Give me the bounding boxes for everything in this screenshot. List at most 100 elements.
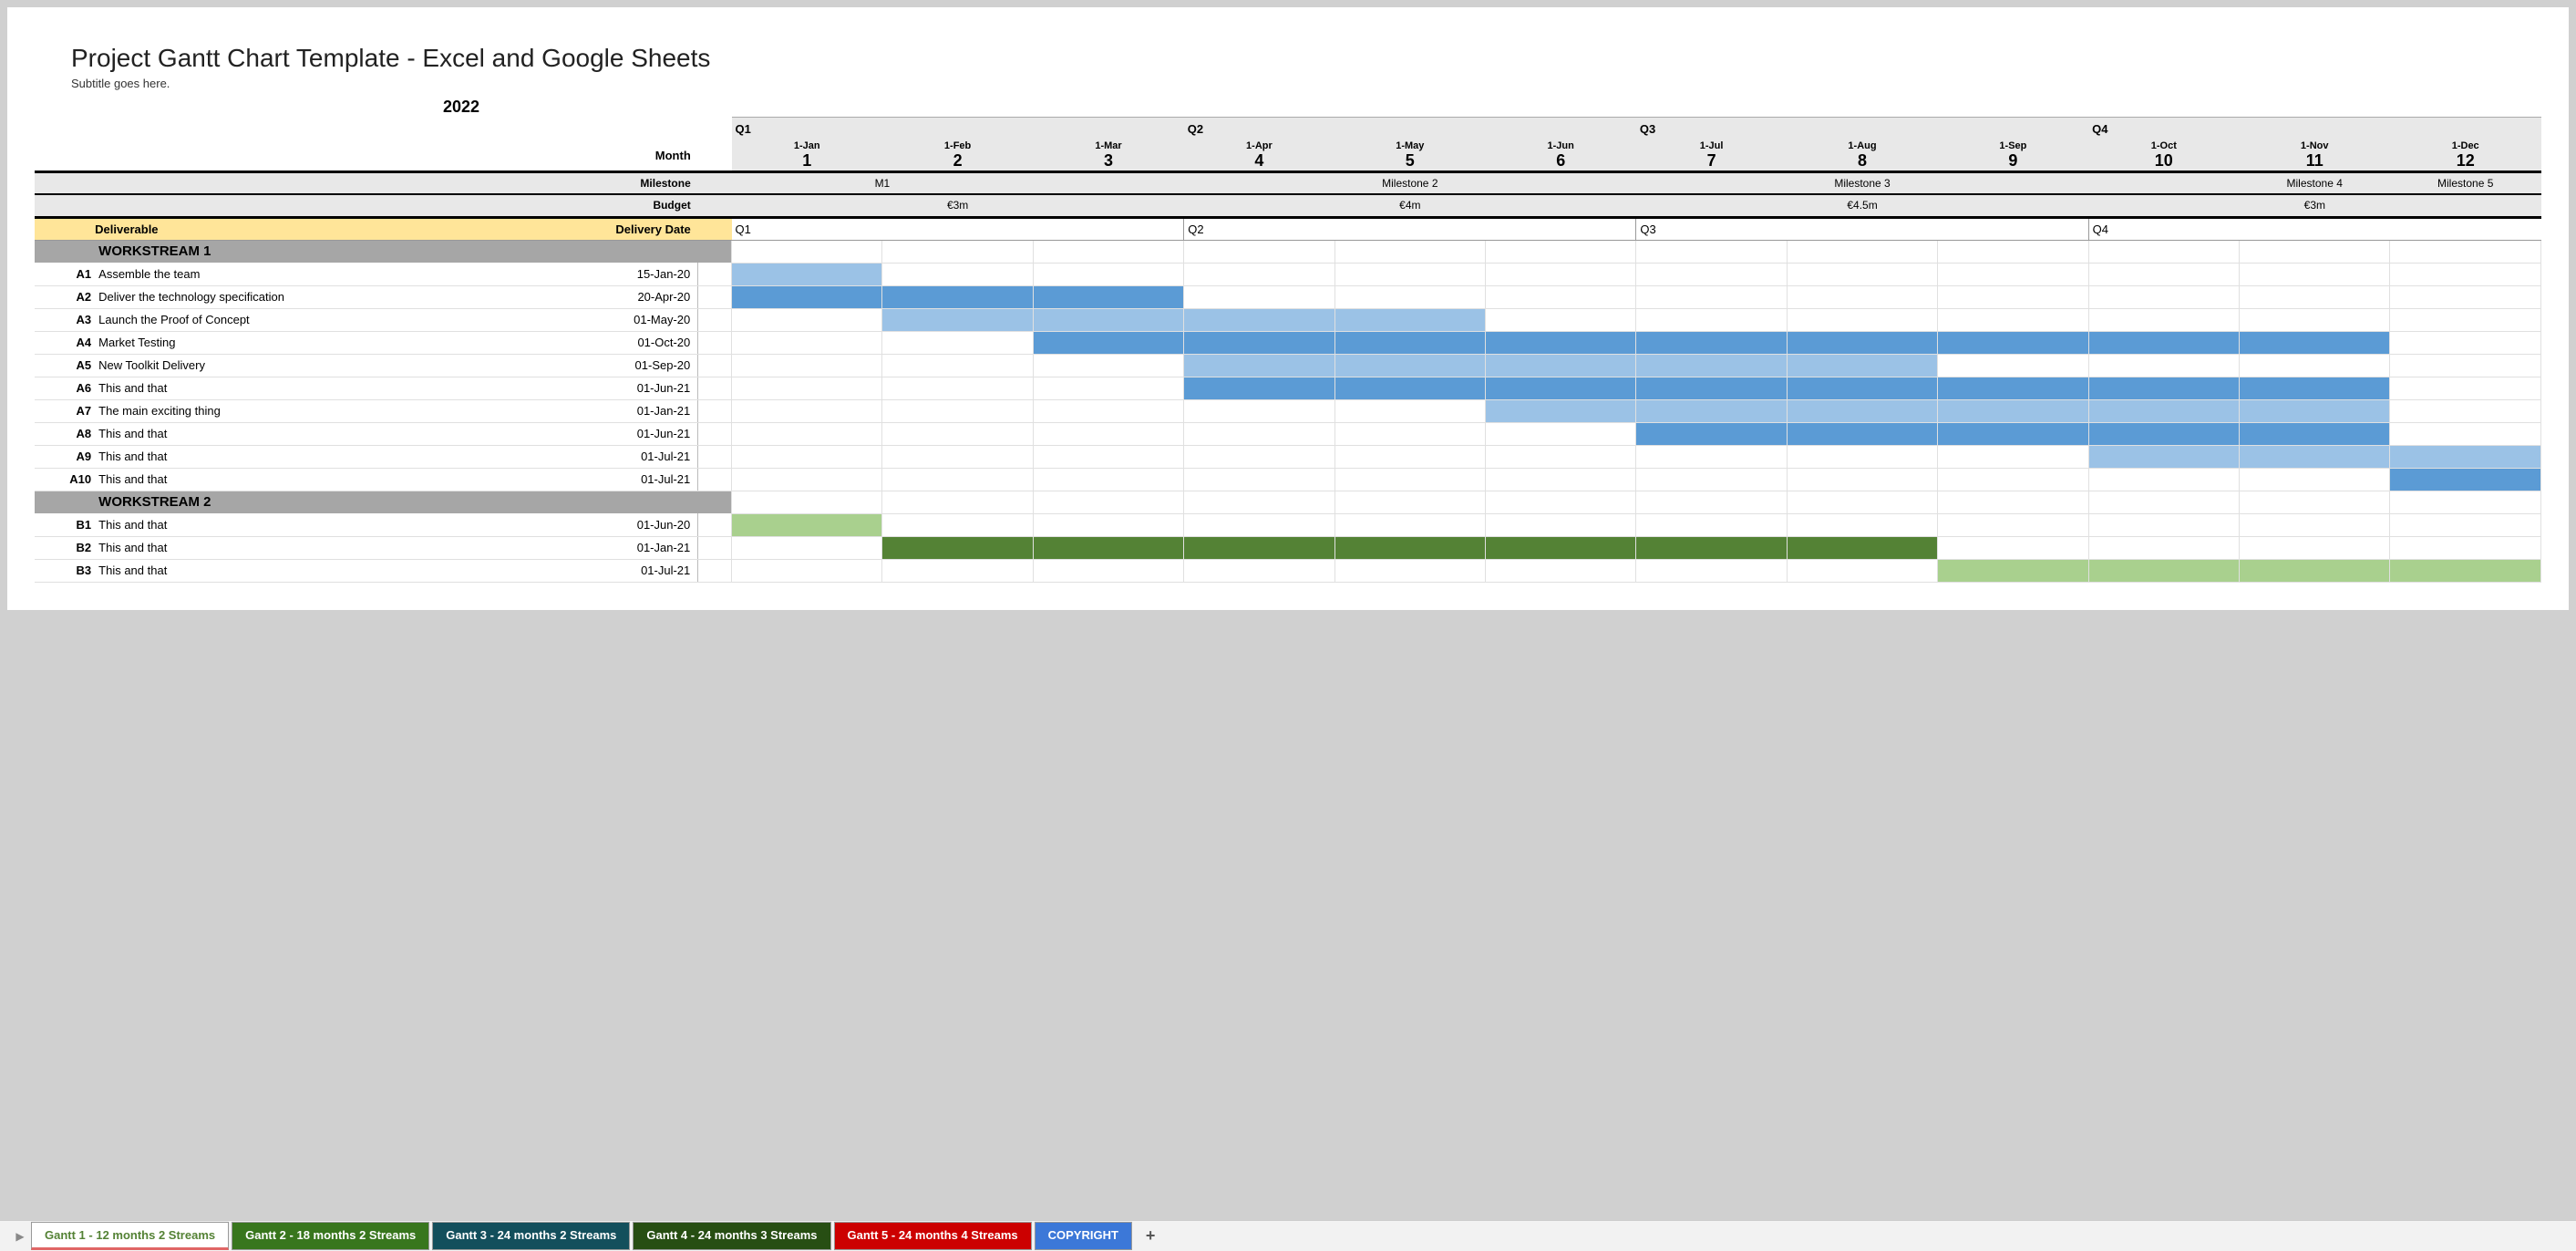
gantt-cell[interactable] [1787, 354, 1937, 377]
gantt-cell[interactable] [1486, 263, 1636, 285]
month-header[interactable]: 1-Apr4 [1184, 140, 1334, 172]
gantt-cell[interactable] [1334, 468, 1485, 491]
gantt-cell[interactable] [1033, 308, 1183, 331]
gantt-cell[interactable] [2240, 331, 2390, 354]
milestone-cell[interactable]: Milestone 2 [1184, 171, 1636, 194]
gantt-cell[interactable] [1636, 308, 1787, 331]
gantt-cell[interactable] [1334, 536, 1485, 559]
gantt-cell[interactable] [1636, 468, 1787, 491]
task-id[interactable]: B1 [35, 513, 95, 536]
gantt-cell[interactable] [1486, 285, 1636, 308]
task-name[interactable]: This and that [95, 377, 531, 399]
gantt-cell[interactable] [1938, 331, 2088, 354]
gantt-cell[interactable] [1184, 513, 1334, 536]
task-name[interactable]: New Toolkit Delivery [95, 354, 531, 377]
gantt-cell[interactable] [882, 422, 1033, 445]
task-date[interactable]: 01-Jul-21 [531, 559, 698, 582]
gantt-cell[interactable] [2088, 377, 2239, 399]
quarter-marker[interactable]: Q2 [1184, 217, 1334, 240]
gantt-cell[interactable] [1636, 513, 1787, 536]
task-date[interactable]: 01-Jan-21 [531, 399, 698, 422]
gantt-cell[interactable] [1334, 308, 1485, 331]
gantt-cell[interactable] [1334, 422, 1485, 445]
gantt-cell[interactable] [1636, 536, 1787, 559]
month-header[interactable]: 1-Feb2 [882, 140, 1033, 172]
month-header[interactable]: 1-Mar3 [1033, 140, 1183, 172]
gantt-cell[interactable] [732, 377, 882, 399]
gantt-cell[interactable] [2240, 445, 2390, 468]
milestone-cell[interactable] [1033, 171, 1183, 194]
sheet-tab[interactable]: COPYRIGHT [1035, 1222, 1132, 1250]
gantt-cell[interactable] [1334, 354, 1485, 377]
gantt-cell[interactable] [2240, 354, 2390, 377]
gantt-cell[interactable] [1033, 331, 1183, 354]
gantt-cell[interactable] [2390, 445, 2541, 468]
task-name[interactable]: This and that [95, 536, 531, 559]
budget-cell[interactable]: €4m [1184, 194, 1636, 217]
gantt-cell[interactable] [1636, 399, 1787, 422]
gantt-cell[interactable] [732, 422, 882, 445]
gantt-cell[interactable] [1938, 285, 2088, 308]
gantt-cell[interactable] [1184, 422, 1334, 445]
gantt-cell[interactable] [1787, 422, 1937, 445]
gantt-cell[interactable] [1184, 399, 1334, 422]
gantt-cell[interactable] [1033, 285, 1183, 308]
month-header[interactable]: 1-Oct10 [2088, 140, 2239, 172]
gantt-cell[interactable] [1033, 399, 1183, 422]
task-name[interactable]: Assemble the team [95, 263, 531, 285]
sheet-tab[interactable]: Gantt 5 - 24 months 4 Streams [834, 1222, 1032, 1250]
gantt-cell[interactable] [1486, 354, 1636, 377]
task-id[interactable]: A5 [35, 354, 95, 377]
task-name[interactable]: This and that [95, 559, 531, 582]
quarter-label[interactable]: Q4 [2088, 118, 2540, 140]
gantt-cell[interactable] [1033, 559, 1183, 582]
gantt-cell[interactable] [2240, 399, 2390, 422]
budget-cell[interactable]: €4.5m [1636, 194, 2088, 217]
milestone-cell[interactable] [2088, 171, 2239, 194]
gantt-cell[interactable] [732, 445, 882, 468]
gantt-cell[interactable] [882, 377, 1033, 399]
task-id[interactable]: A8 [35, 422, 95, 445]
task-name[interactable]: This and that [95, 468, 531, 491]
task-date[interactable]: 01-Jul-21 [531, 468, 698, 491]
task-date[interactable]: 01-Oct-20 [531, 331, 698, 354]
gantt-cell[interactable] [882, 468, 1033, 491]
gantt-cell[interactable] [1938, 308, 2088, 331]
gantt-cell[interactable] [1184, 263, 1334, 285]
sheet-tab[interactable]: Gantt 4 - 24 months 3 Streams [633, 1222, 830, 1250]
month-header[interactable]: 1-Dec12 [2390, 140, 2541, 172]
gantt-cell[interactable] [1184, 445, 1334, 468]
task-date[interactable]: 15-Jan-20 [531, 263, 698, 285]
gantt-cell[interactable] [882, 285, 1033, 308]
gantt-cell[interactable] [2088, 513, 2239, 536]
gantt-cell[interactable] [2390, 308, 2541, 331]
task-date[interactable]: 01-Jul-21 [531, 445, 698, 468]
quarter-marker[interactable]: Q1 [732, 217, 882, 240]
gantt-cell[interactable] [1033, 468, 1183, 491]
tab-nav-prev-icon[interactable]: ▶ [9, 1230, 31, 1243]
gantt-cell[interactable] [2088, 285, 2239, 308]
gantt-cell[interactable] [2390, 263, 2541, 285]
gantt-cell[interactable] [882, 354, 1033, 377]
gantt-cell[interactable] [2240, 285, 2390, 308]
gantt-cell[interactable] [1334, 559, 1485, 582]
gantt-cell[interactable] [1334, 285, 1485, 308]
gantt-cell[interactable] [1486, 377, 1636, 399]
gantt-cell[interactable] [882, 399, 1033, 422]
task-date[interactable]: 20-Apr-20 [531, 285, 698, 308]
gantt-cell[interactable] [1787, 285, 1937, 308]
gantt-cell[interactable] [1486, 445, 1636, 468]
gantt-cell[interactable] [882, 331, 1033, 354]
gantt-cell[interactable] [2088, 399, 2239, 422]
gantt-cell[interactable] [1787, 263, 1937, 285]
gantt-cell[interactable] [1938, 263, 2088, 285]
task-date[interactable]: 01-May-20 [531, 308, 698, 331]
gantt-cell[interactable] [1938, 559, 2088, 582]
month-header[interactable]: 1-May5 [1334, 140, 1485, 172]
gantt-cell[interactable] [2088, 308, 2239, 331]
gantt-cell[interactable] [1184, 468, 1334, 491]
task-id[interactable]: A2 [35, 285, 95, 308]
task-id[interactable]: A10 [35, 468, 95, 491]
gantt-cell[interactable] [1787, 468, 1937, 491]
gantt-cell[interactable] [1334, 399, 1485, 422]
